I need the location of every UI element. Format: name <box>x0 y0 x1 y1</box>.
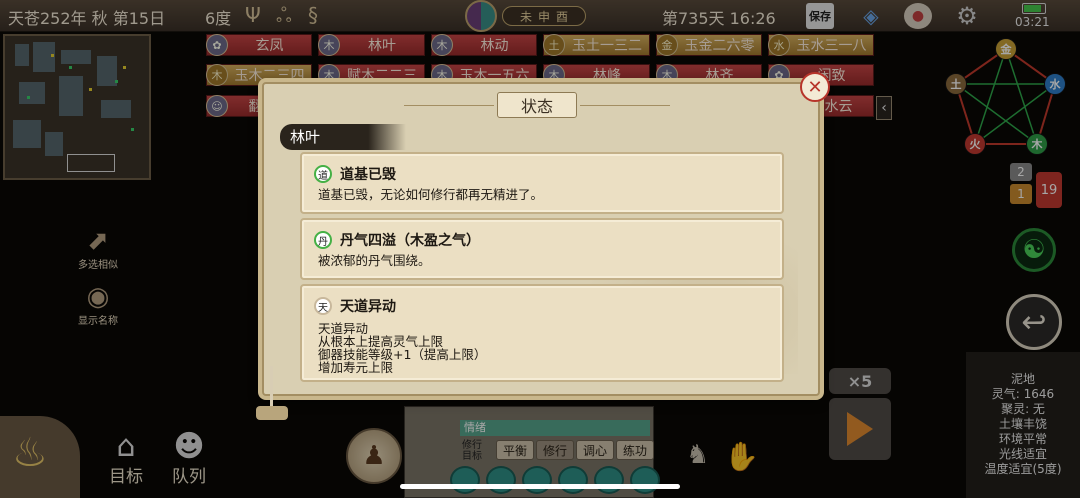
status-dialog: 状态 ✕ 林叶 道 道基已毁 道基已毁，无论如何修行都再无精进了。 丹 丹气四溢… <box>262 72 830 396</box>
status-desc-line: 道基已毁，无论如何修行都再无精进了。 <box>318 187 544 202</box>
status-card: 天 天道异动 天道异动 从根本上提高灵气上限 御器技能等级+1（提高上限） 增加… <box>300 284 784 382</box>
scroll-stand-decoration <box>252 366 292 424</box>
status-title: 丹气四溢（木盈之气） <box>340 233 480 249</box>
status-card: 丹 丹气四溢（木盈之气） 被浓郁的丹气围绕。 <box>300 218 784 280</box>
dialog-title: 状态 <box>404 92 670 118</box>
status-title: 天道异动 <box>340 299 396 315</box>
status-badge-icon: 天 <box>314 297 332 315</box>
home-indicator[interactable] <box>400 484 680 489</box>
status-badge-icon: 道 <box>314 165 332 183</box>
status-desc-line: 增加寿元上限 <box>318 360 394 375</box>
status-title: 道基已毁 <box>340 167 396 183</box>
close-icon[interactable]: ✕ <box>800 72 830 102</box>
status-badge-icon: 丹 <box>314 231 332 249</box>
status-card: 道 道基已毁 道基已毁，无论如何修行都再无精进了。 <box>300 152 784 214</box>
character-name-tag: 林叶 <box>280 124 406 150</box>
status-desc-line: 被浓郁的丹气围绕。 <box>318 253 431 268</box>
